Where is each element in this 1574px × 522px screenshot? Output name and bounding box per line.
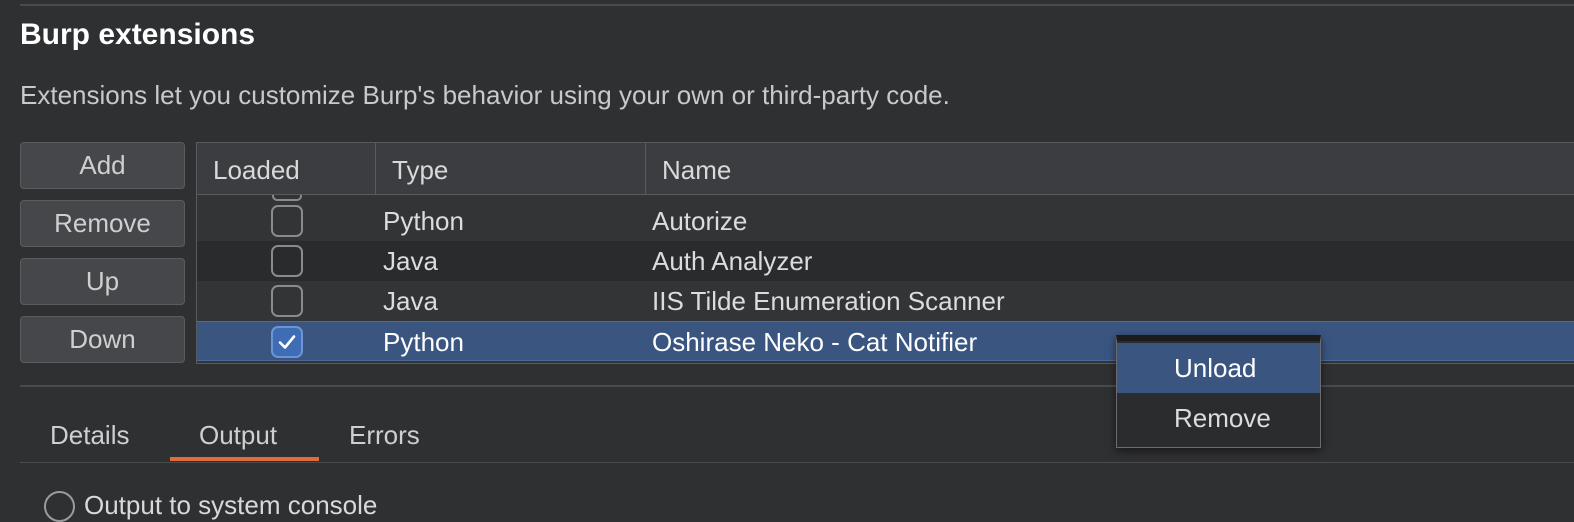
loaded-checkbox[interactable] <box>271 285 303 317</box>
loaded-checkbox[interactable] <box>271 245 303 277</box>
remove-button[interactable]: Remove <box>20 200 185 247</box>
row-name: Autorize <box>652 206 748 236</box>
page-description: Extensions let you customize Burp's beha… <box>20 80 950 110</box>
tab-errors[interactable]: Errors <box>349 420 420 451</box>
row-name: Oshirase Neko - Cat Notifier <box>652 327 978 357</box>
output-system-console-radio[interactable] <box>44 491 75 522</box>
active-tab-indicator <box>170 457 319 461</box>
tab-details[interactable]: Details <box>50 420 129 451</box>
top-divider <box>20 4 1574 6</box>
down-button[interactable]: Down <box>20 316 185 363</box>
add-button[interactable]: Add <box>20 142 185 189</box>
page-title: Burp extensions <box>20 18 256 51</box>
section-divider <box>20 385 1574 387</box>
table-row-selected[interactable]: Python Oshirase Neko - Cat Notifier <box>197 321 1574 361</box>
extensions-table: Loaded Type Name Python Autorize Java Au… <box>196 142 1574 364</box>
row-type: Java <box>383 286 438 316</box>
row-type: Python <box>383 327 464 357</box>
loaded-checkbox[interactable] <box>271 205 303 237</box>
checkmark-icon <box>278 335 296 349</box>
column-header-type[interactable]: Type <box>375 143 645 195</box>
row-type: Python <box>383 206 464 236</box>
row-name: Auth Analyzer <box>652 246 813 276</box>
column-header-name[interactable]: Name <box>645 143 1574 195</box>
tab-output[interactable]: Output <box>199 420 277 451</box>
context-menu: Unload Remove <box>1116 335 1321 448</box>
column-header-loaded[interactable]: Loaded <box>197 143 375 195</box>
output-system-console-label[interactable]: Output to system console <box>84 490 377 521</box>
up-button[interactable]: Up <box>20 258 185 305</box>
menu-item-unload[interactable]: Unload <box>1117 343 1320 393</box>
menu-item-remove[interactable]: Remove <box>1117 393 1320 443</box>
table-row[interactable]: Java IIS Tilde Enumeration Scanner <box>197 281 1574 321</box>
table-row[interactable]: Python Autorize <box>197 201 1574 241</box>
loaded-checkbox[interactable] <box>271 326 303 358</box>
table-row[interactable]: Java Auth Analyzer <box>197 241 1574 281</box>
row-type: Java <box>383 246 438 276</box>
table-header: Loaded Type Name <box>197 143 1574 195</box>
tabs-divider <box>20 462 1574 463</box>
row-name: IIS Tilde Enumeration Scanner <box>652 286 1005 316</box>
